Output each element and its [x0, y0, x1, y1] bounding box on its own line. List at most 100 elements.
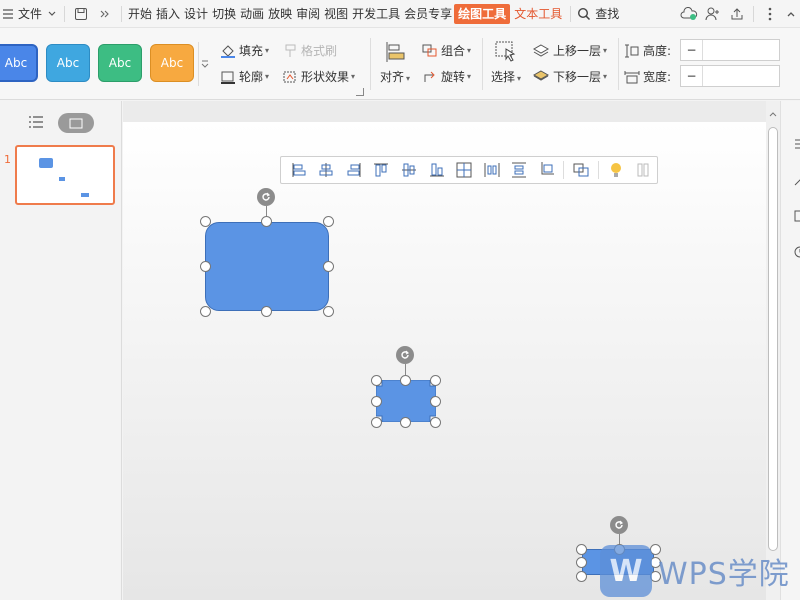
slide-view-toggle[interactable] — [58, 113, 94, 133]
rotate-handle-icon[interactable] — [396, 346, 414, 364]
clock-icon[interactable] — [793, 245, 800, 259]
resize-handle-w[interactable] — [200, 261, 211, 272]
search-button[interactable]: 查找 — [593, 0, 621, 28]
tab-animation[interactable]: 动画 — [238, 0, 266, 28]
vertical-scrollbar[interactable] — [766, 101, 780, 600]
hamburger-menu-icon[interactable] — [0, 2, 16, 26]
divider — [753, 5, 754, 22]
properties-icon[interactable] — [793, 137, 800, 151]
tab-slideshow[interactable]: 放映 — [266, 0, 294, 28]
align-right-icon[interactable] — [340, 158, 368, 182]
outline-view-icon[interactable] — [28, 115, 44, 132]
more-chevron-icon[interactable] — [93, 2, 117, 26]
search-icon[interactable] — [575, 2, 593, 26]
tab-drawing-tools[interactable]: 绘图工具 — [454, 3, 511, 24]
scroll-up-icon[interactable] — [766, 107, 780, 121]
shape-style-preset-1[interactable]: Abc — [0, 44, 38, 82]
add-user-icon[interactable] — [701, 2, 725, 26]
align-slide-center-icon[interactable] — [450, 158, 478, 182]
tab-developer[interactable]: 开发工具 — [350, 0, 402, 28]
tab-insert[interactable]: 插入 — [154, 0, 182, 28]
more-options-icon[interactable] — [758, 2, 782, 26]
align-bottom-icon[interactable] — [423, 158, 451, 182]
align-top-icon[interactable] — [368, 158, 396, 182]
height-decrement-button[interactable]: − — [681, 40, 703, 60]
width-input[interactable]: − — [680, 65, 780, 87]
tab-view[interactable]: 视图 — [322, 0, 350, 28]
slide-thumbnail-1[interactable] — [15, 145, 115, 205]
caret-icon: ▾ — [517, 74, 522, 83]
chevron-down-icon[interactable] — [44, 2, 60, 26]
shape-effects-label: 形状效果 — [301, 70, 350, 84]
rounded-rectangle-shape[interactable] — [205, 222, 329, 311]
resize-handle-se[interactable] — [430, 417, 441, 428]
width-decrement-button[interactable]: − — [681, 66, 703, 86]
align-center-icon[interactable] — [313, 158, 341, 182]
style-gallery-expand-button[interactable] — [198, 42, 210, 86]
image-frame-icon[interactable] — [793, 209, 800, 223]
scrollbar-thumb[interactable] — [768, 127, 778, 551]
save-icon[interactable] — [69, 2, 93, 26]
send-backward-button[interactable]: 下移一层 ▾ — [532, 68, 607, 85]
fill-button[interactable]: 填充 ▾ — [220, 42, 269, 59]
bring-forward-button[interactable]: 上移一层 ▾ — [532, 42, 607, 59]
resize-handle-w[interactable] — [576, 557, 587, 568]
height-input[interactable]: − — [680, 39, 780, 61]
bring-forward-icon — [532, 43, 550, 57]
thumb-shape-1 — [39, 158, 53, 168]
rotate-button[interactable]: 旋转 ▾ — [422, 68, 471, 85]
tab-member[interactable]: 会员专享 — [402, 0, 454, 28]
slide[interactable] — [123, 122, 766, 600]
resize-handle-ne[interactable] — [323, 216, 334, 227]
shape-style-preset-4[interactable]: Abc — [150, 44, 194, 82]
resize-handle-s[interactable] — [261, 306, 272, 317]
resize-handle-w[interactable] — [371, 396, 382, 407]
outline-button[interactable]: 轮廓 ▾ — [220, 68, 269, 85]
magic-wand-icon[interactable] — [793, 173, 800, 187]
resize-handle-sw[interactable] — [200, 306, 211, 317]
resize-handle-n[interactable] — [261, 216, 272, 227]
rotate-handle-icon[interactable] — [610, 516, 628, 534]
resize-handle-sw[interactable] — [576, 571, 587, 582]
resize-handle-ne[interactable] — [430, 375, 441, 386]
dialog-launcher-icon[interactable] — [356, 88, 364, 96]
resize-handle-s[interactable] — [400, 417, 411, 428]
tab-home[interactable]: 开始 — [126, 0, 154, 28]
cloud-sync-icon[interactable] — [677, 2, 701, 26]
layout-panel-icon[interactable] — [630, 158, 658, 182]
group-shapes-icon[interactable] — [567, 158, 595, 182]
tab-transition[interactable]: 切换 — [210, 0, 238, 28]
resize-handle-nw[interactable] — [371, 375, 382, 386]
lightbulb-icon[interactable] — [602, 158, 630, 182]
tab-review[interactable]: 审阅 — [294, 0, 322, 28]
resize-handle-e[interactable] — [323, 261, 334, 272]
resize-handle-nw[interactable] — [576, 544, 587, 555]
format-painter-button[interactable]: 格式刷 — [284, 42, 337, 59]
tab-text-tools[interactable]: 文本工具 — [510, 0, 566, 28]
notched-rectangle-shape[interactable] — [376, 380, 436, 422]
distribute-vertical-icon[interactable] — [505, 158, 533, 182]
resize-handle-e[interactable] — [430, 396, 441, 407]
format-painter-icon — [285, 44, 296, 57]
resize-handle-se[interactable] — [323, 306, 334, 317]
align-left-icon[interactable] — [285, 158, 313, 182]
shape-style-preset-3[interactable]: Abc — [98, 44, 142, 82]
shape-style-preset-2[interactable]: Abc — [46, 44, 90, 82]
format-painter-label: 格式刷 — [301, 44, 338, 58]
tab-design[interactable]: 设计 — [182, 0, 210, 28]
height-icon — [625, 44, 639, 57]
resize-handle-n[interactable] — [400, 375, 411, 386]
menu-file[interactable]: 文件 — [16, 0, 44, 28]
group-button[interactable]: 组合 ▾ — [422, 42, 471, 59]
distribute-horizontal-icon[interactable] — [478, 158, 506, 182]
resize-handle-sw[interactable] — [371, 417, 382, 428]
chevron-up-icon[interactable] — [782, 2, 800, 26]
resize-handle-nw[interactable] — [200, 216, 211, 227]
align-button[interactable]: 对齐 ▾ — [378, 40, 412, 92]
select-button[interactable]: 选择 ▾ — [488, 40, 524, 92]
align-middle-icon[interactable] — [395, 158, 423, 182]
shape-effects-button[interactable]: 形状效果 ▾ — [282, 68, 355, 85]
rotate-handle-icon[interactable] — [257, 188, 275, 206]
share-icon[interactable] — [725, 2, 749, 26]
crop-align-icon[interactable] — [533, 158, 561, 182]
